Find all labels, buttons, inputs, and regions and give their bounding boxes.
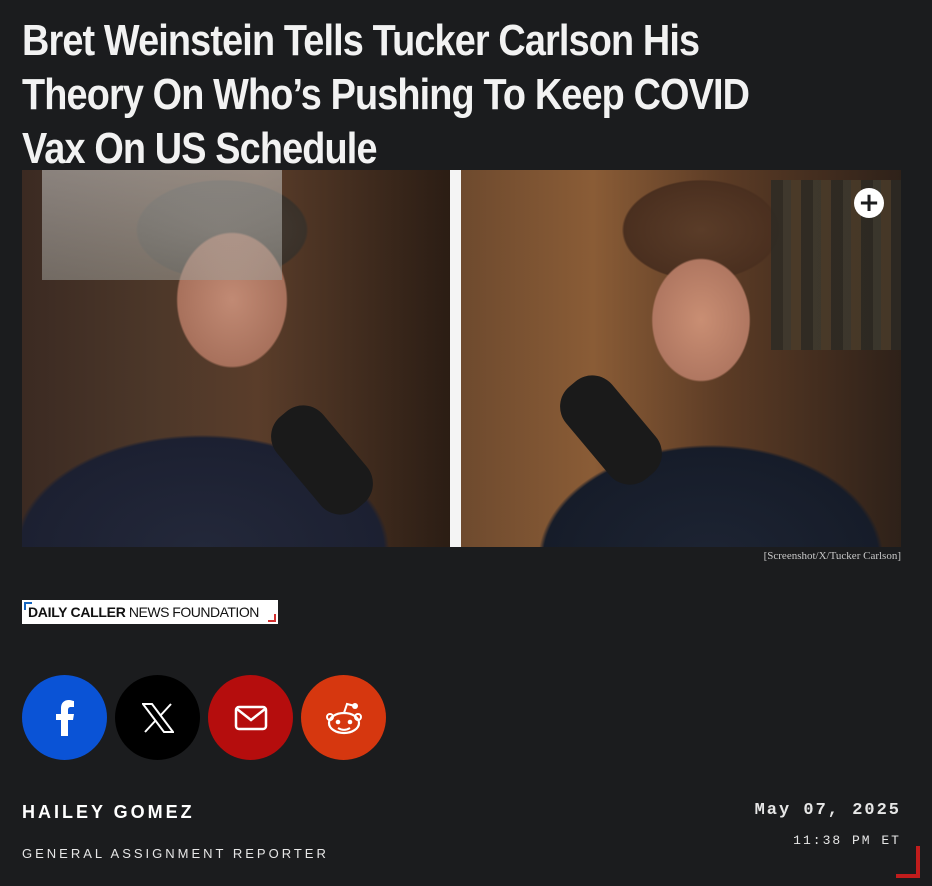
photo-right-panel (461, 170, 901, 547)
logo-corner-blue (24, 602, 32, 610)
article-hero-image[interactable] (22, 170, 901, 547)
article-headline: Bret Weinstein Tells Tucker Carlson His … (22, 16, 750, 173)
publish-date: May 07, 2025 (754, 801, 901, 820)
facebook-icon (55, 699, 74, 736)
logo-text-news-foundation: NEWS FOUNDATION (125, 604, 259, 620)
share-x-button[interactable] (115, 675, 200, 760)
microphone (260, 394, 384, 526)
share-email-button[interactable] (208, 675, 293, 760)
microphone (549, 364, 673, 496)
reddit-icon (325, 702, 362, 734)
image-caption: [Screenshot/X/Tucker Carlson] (763, 550, 901, 562)
photo-divider (450, 170, 461, 547)
daily-caller-news-foundation-logo[interactable]: DAILY CALLER NEWS FOUNDATION (22, 600, 278, 624)
logo-text-daily-caller: DAILY CALLER (28, 604, 126, 620)
logo-corner-red (268, 614, 276, 622)
share-reddit-button[interactable] (301, 675, 386, 760)
email-icon (234, 705, 267, 730)
share-facebook-button[interactable] (22, 675, 107, 760)
author-name[interactable]: HAILEY GOMEZ (22, 802, 195, 823)
expand-image-plus-icon[interactable]: + (854, 188, 884, 218)
author-role: GENERAL ASSIGNMENT REPORTER (22, 846, 329, 861)
background-window (42, 170, 282, 280)
x-icon (141, 702, 174, 733)
corner-accent-mark (896, 846, 920, 878)
publish-time: 11:38 PM ET (793, 833, 901, 848)
photo-left-panel (22, 170, 450, 547)
